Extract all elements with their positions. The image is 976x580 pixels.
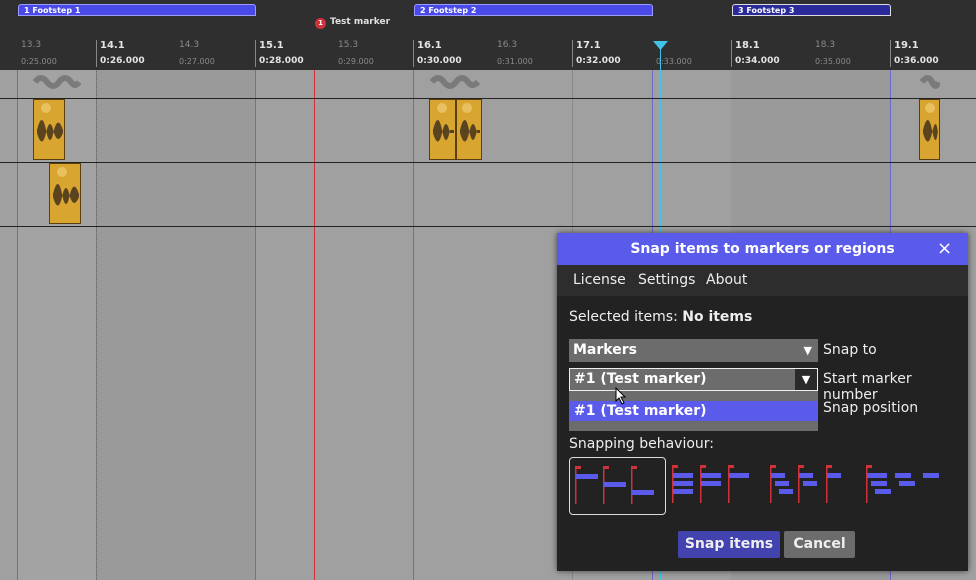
behaviour-1-icon [575,466,654,504]
timeline-ruler[interactable]: 13.3 0:25.000 14.1 0:26.000 14.3 0:27.00… [0,31,976,70]
menu-settings[interactable]: Settings [638,265,695,296]
snap-position-label: Snap position [823,400,919,416]
behaviour-option-3[interactable] [767,457,857,513]
marker-line [314,31,315,580]
snap-to-select[interactable]: Markers ▼ [569,339,818,362]
ruler-time: 0:28.000 [259,56,304,66]
ghost-waveform-icon [33,75,81,89]
selected-items-label: Selected items: No items [569,309,752,325]
start-marker-label: Start marker number [823,371,912,403]
behaviour-4-icon [866,465,939,503]
ruler-beat: 17.1 [576,40,601,51]
ruler-beat: 15.1 [259,40,284,51]
snap-items-button[interactable]: Snap items [678,531,780,558]
close-icon[interactable]: × [937,238,952,259]
dialog-title: Snap items to markers or regions [557,233,968,265]
audio-item[interactable] [49,163,81,224]
ruler-time: 0:26.000 [100,56,145,66]
marker-badge[interactable]: 1 [315,18,326,29]
ruler-beat: 19.1 [894,40,919,51]
ruler-time: 0:29.000 [338,57,374,66]
ruler-beat: 18.1 [735,40,760,51]
region-end-line [255,31,256,580]
ruler-beat: 14.1 [100,40,125,51]
dialog-menu: License Settings About [557,265,968,296]
start-marker-select[interactable]: #1 (Test marker) ▼ [569,368,818,391]
region-footstep-1[interactable]: 1 Footstep 1 [18,4,256,16]
snap-to-label: Snap to [823,342,877,358]
ruler-time: 0:27.000 [179,57,215,66]
snapping-behaviour-label: Snapping behaviour: [569,436,715,452]
region-lane: 1 Footstep 1 2 Footstep 2 3 Footstep 3 [0,0,976,17]
region-footstep-2[interactable]: 2 Footstep 2 [414,4,653,16]
ruler-tick [255,40,256,67]
behaviour-2-icon [672,465,749,503]
marker-name: Test marker [330,17,391,27]
behaviour-3-icon [770,465,841,503]
ruler-tick [572,40,573,67]
selected-items-value: No items [682,309,753,325]
mouse-cursor-icon [615,387,627,405]
track-separator [0,226,976,227]
chevron-down-icon: ▼ [795,369,817,390]
selected-items-prefix: Selected items: [569,309,678,325]
menu-license[interactable]: License [573,265,626,296]
snap-to-value: Markers [573,342,637,358]
ruler-beat: 18.3 [815,40,836,50]
ruler-beat: 16.3 [497,40,518,50]
audio-item[interactable] [456,99,482,160]
ruler-tick [96,40,97,67]
ruler-tick [731,40,732,67]
ruler-beat: 14.3 [179,40,200,50]
ruler-time: 0:33.000 [656,57,692,66]
audio-item[interactable] [429,99,456,160]
ghost-waveform-icon [430,75,480,89]
region-start-line [413,31,414,580]
region-footstep-3[interactable]: 3 Footstep 3 [732,4,891,16]
track-separator [0,98,976,99]
dropdown-option[interactable]: #1 (Test marker) [570,401,817,421]
start-marker-value: #1 (Test marker) [574,371,707,387]
ruler-beat: 13.3 [21,40,42,50]
menu-about[interactable]: About [706,265,747,296]
audio-item[interactable] [33,99,65,160]
behaviour-option-2[interactable] [669,457,759,513]
ruler-time: 0:34.000 [735,56,780,66]
region-start-line [17,31,18,580]
cancel-button[interactable]: Cancel [784,531,855,558]
ruler-tick [413,40,414,67]
ruler-time: 0:31.000 [497,57,533,66]
marker-lane: 1 Test marker [0,17,976,31]
ruler-time: 0:25.000 [21,57,57,66]
ruler-time: 0:35.000 [815,57,851,66]
behaviour-option-4[interactable] [863,457,953,513]
ghost-waveform-icon [920,75,940,89]
snap-dialog: Snap items to markers or regions × Licen… [557,233,968,571]
chevron-down-icon: ▼ [803,344,812,357]
ruler-time: 0:30.000 [417,56,462,66]
ruler-beat: 15.3 [338,40,359,50]
time-selection-shade [97,70,255,580]
track-separator [0,162,976,163]
ruler-beat: 16.1 [417,40,442,51]
ruler-tick [890,40,891,67]
ruler-time: 0:32.000 [576,56,621,66]
playhead-triangle-icon[interactable] [653,41,668,51]
ruler-time: 0:36.000 [894,56,939,66]
audio-item[interactable] [919,99,940,160]
dropdown-list: #1 (Test marker) [569,391,818,431]
behaviour-option-1[interactable] [569,457,666,515]
